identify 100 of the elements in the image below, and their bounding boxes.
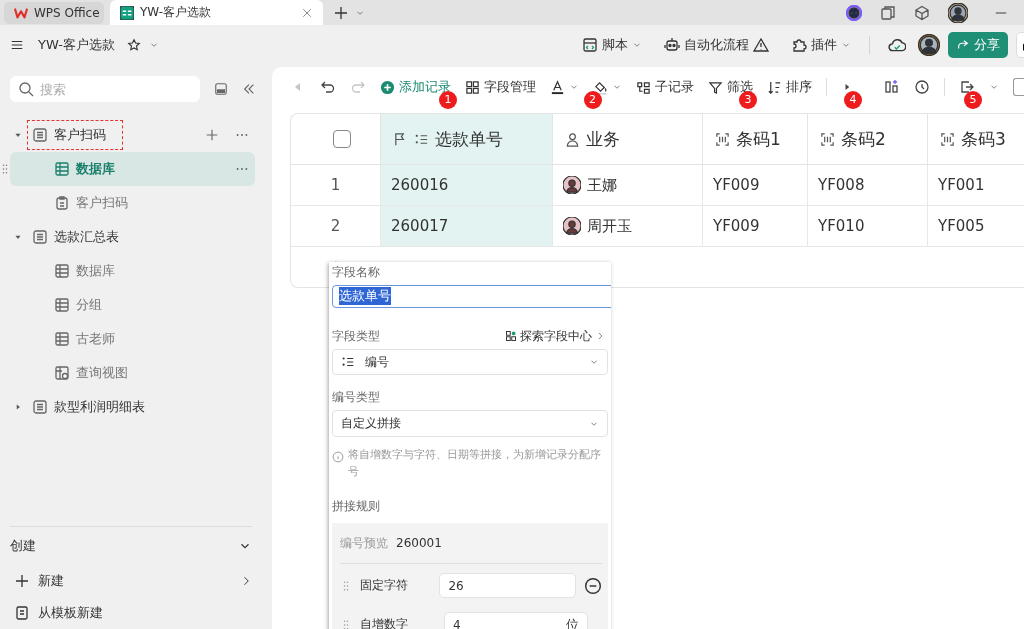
table-cell: YF001 <box>928 165 1024 205</box>
app-logo-icon[interactable] <box>846 4 862 21</box>
chevron-right-icon <box>595 331 605 342</box>
tool-icon <box>380 79 395 95</box>
table-cell: YF009 <box>703 165 808 205</box>
share-button[interactable]: 分享 <box>948 32 1008 58</box>
field-type-select[interactable]: 编号 <box>332 348 608 376</box>
tool-icon <box>550 79 565 95</box>
panel-icon[interactable] <box>214 82 228 96</box>
fill-color-button[interactable] <box>593 79 622 95</box>
preview-label: 编号预览 <box>340 534 388 552</box>
item-label: 款型利润明细表 <box>54 398 145 416</box>
new-menu-item[interactable]: 新建 <box>10 565 252 597</box>
tool-icon <box>593 79 608 95</box>
select-all-checkbox[interactable] <box>332 130 351 148</box>
table-cell: YF010 <box>808 206 928 246</box>
remove-icon[interactable] <box>584 576 602 595</box>
avatar <box>563 217 581 235</box>
table-cell: 周开玉 <box>553 206 703 246</box>
scan-icon <box>715 131 730 147</box>
number-badge: 2 <box>583 90 602 109</box>
grid-icon <box>54 263 70 279</box>
field-center-link[interactable]: 探索字段中心 <box>505 327 605 345</box>
search-icon <box>18 81 34 97</box>
field-label: 拼接规则 <box>332 498 381 515</box>
scan-icon <box>940 131 955 147</box>
grid-icon <box>54 331 70 347</box>
layout-icon[interactable] <box>884 79 900 95</box>
text-color-button[interactable] <box>550 79 579 95</box>
avatar[interactable] <box>948 2 968 23</box>
menu-icon[interactable] <box>10 38 24 52</box>
list-icon <box>32 127 48 143</box>
plugin-button[interactable]: 插件 <box>791 36 851 54</box>
tree-item[interactable]: 款型利润明细表 <box>10 390 255 424</box>
puzzle-icon <box>791 37 807 53</box>
field-label: 编号类型 <box>332 389 381 407</box>
item-label: 数据库 <box>76 262 115 280</box>
fixed-text-input[interactable]: 26 <box>439 573 576 598</box>
grid-icon <box>54 161 70 177</box>
windows-icon[interactable] <box>880 4 896 21</box>
preview-value: 260001 <box>396 536 442 550</box>
list-icon <box>32 399 48 415</box>
tree-item[interactable]: 分组 <box>10 288 255 322</box>
section-title: 创建 <box>10 537 36 555</box>
clipboard-icon <box>54 195 70 211</box>
rule-label: 固定字符 <box>360 577 409 594</box>
tree-item[interactable]: 古老师 <box>10 322 255 356</box>
template-menu-item[interactable]: 从模板新建 <box>10 597 252 629</box>
item-label: 查询视图 <box>76 364 128 382</box>
cloud-check-icon[interactable] <box>888 36 906 54</box>
robot-icon <box>664 37 680 53</box>
tool-icon <box>767 79 782 95</box>
field-name-input[interactable]: 选款单号 <box>332 285 611 308</box>
number-badge: 4 <box>843 90 862 109</box>
more-button[interactable] <box>1013 78 1024 96</box>
code-window-icon <box>582 37 598 53</box>
browser-tab[interactable]: YW-客户选款 <box>110 0 323 25</box>
tree-item[interactable]: 查询视图 <box>10 356 255 390</box>
cube-icon[interactable] <box>914 4 930 21</box>
number-type-select[interactable]: 自定义拼接 <box>332 410 608 437</box>
document-icon <box>14 605 30 621</box>
tree-item[interactable]: 客户扫码 <box>10 186 255 220</box>
avatar <box>563 176 581 194</box>
new-tab-icon[interactable] <box>333 4 349 21</box>
history-icon[interactable] <box>914 79 930 95</box>
scan-icon <box>820 131 835 147</box>
browser-tab[interactable]: WPS Office <box>4 1 104 24</box>
table-cell: YF005 <box>928 206 1024 246</box>
search-field[interactable]: 搜索 <box>10 76 200 102</box>
hint-text: 将自增数字与字符、日期等拼接，为新增记录分配序号 <box>348 447 602 480</box>
item-label: 客户扫码 <box>54 126 106 144</box>
sheet-logo-icon <box>120 5 134 20</box>
script-button[interactable]: 脚本 <box>582 36 642 54</box>
star-icon[interactable] <box>126 38 141 52</box>
plus-icon <box>14 573 30 589</box>
collapse-icon[interactable] <box>242 82 256 96</box>
item-label: 客户扫码 <box>76 194 128 212</box>
list-icon <box>32 229 48 245</box>
apps-icon <box>505 330 517 343</box>
tool-icon <box>636 79 651 95</box>
grid-search-icon <box>54 365 70 381</box>
undo-icon[interactable] <box>320 79 336 95</box>
item-label: 古老师 <box>76 330 115 348</box>
export-icon[interactable] <box>959 79 975 95</box>
tree-item[interactable]: 选款汇总表 <box>10 220 255 254</box>
share-icon <box>956 38 970 52</box>
table-cell: 260017 <box>381 206 553 246</box>
table-cell: YF008 <box>808 165 928 205</box>
avatar[interactable] <box>918 34 940 56</box>
grid-icon <box>54 297 70 313</box>
item-label: 分组 <box>76 296 102 314</box>
rule-label: 自增数字 <box>360 616 409 629</box>
close-icon[interactable] <box>301 6 313 19</box>
tree-item[interactable]: 数据库 <box>10 254 255 288</box>
item-label: 数据库 <box>76 160 115 178</box>
field-label: 字段名称 <box>332 264 381 281</box>
automation-button[interactable]: 自动化流程 <box>664 36 769 54</box>
tree-item[interactable]: 客户扫码 <box>10 118 255 152</box>
field-label: 字段类型 <box>332 327 380 345</box>
table-cell: 王娜 <box>553 165 703 205</box>
